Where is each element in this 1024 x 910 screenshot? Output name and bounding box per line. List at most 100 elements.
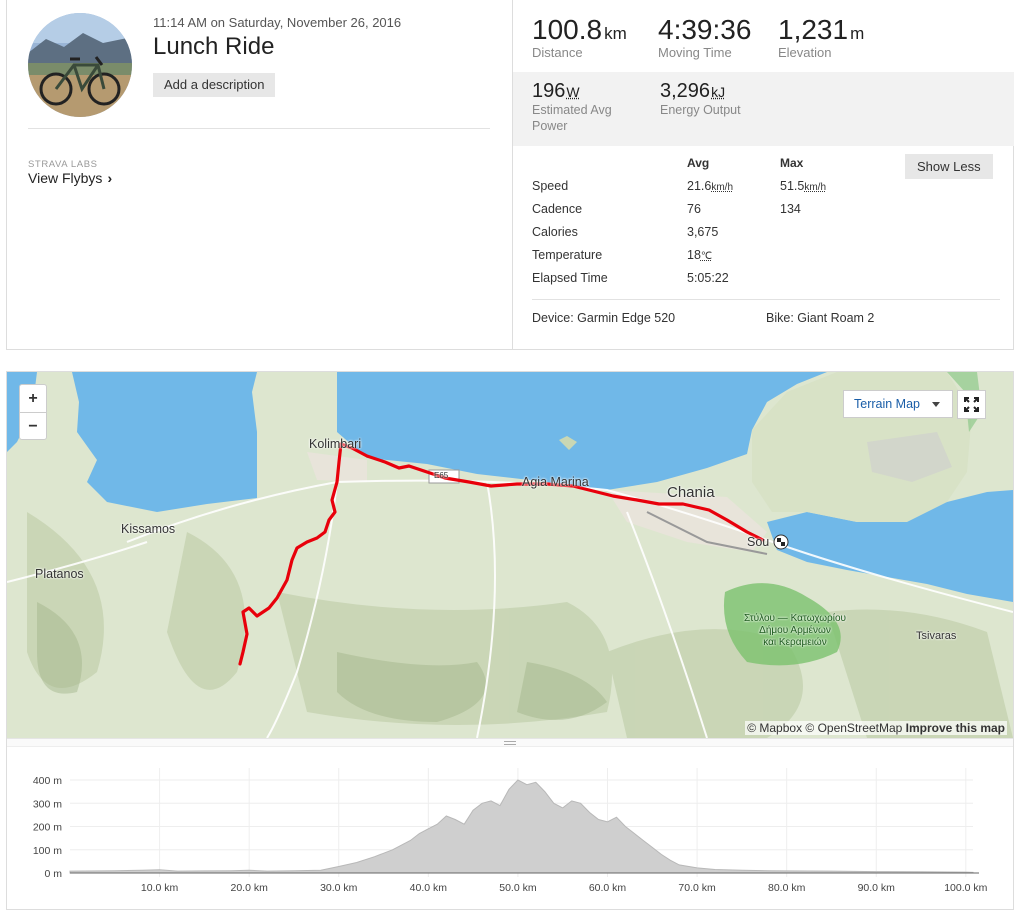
row-avg: 3,675 [687,225,719,239]
y-tick-label: 300 m [33,798,62,810]
table-row: Cadence 76 134 [532,202,1002,222]
map-layer-label: Terrain Map [854,397,920,411]
place-label: Chania [667,484,715,501]
x-tick-label: 30.0 km [320,882,358,894]
table-row: Temperature 18℃ [532,248,1002,268]
reserve-label-line: Στύλου — Κατωχωρίου [744,613,846,624]
primary-stats: 100.8 km Distance 4:39:36 Moving Time 1,2… [513,0,1014,72]
x-tick-label: 80.0 km [768,882,806,894]
route-map[interactable]: Kolimbari Kissamos Platanos Agia Marina … [7,372,1013,738]
view-flybys-link[interactable]: View Flybys › [28,170,112,186]
strava-labs-label: STRAVA LABS [28,159,98,170]
stat-elevation: 1,231 m Elevation [778,14,864,60]
expand-icon [964,397,979,412]
map-attribution: © Mapbox © OpenStreetMap Improve this ma… [745,721,1007,735]
row-max-unit[interactable]: km/h [804,182,826,193]
stat-label: Estimated Avg Power [532,103,612,133]
row-label: Temperature [532,248,603,262]
secondary-stats: 196W Estimated Avg Power 3,296kJ Energy … [513,72,1014,146]
avg-header: Avg [687,156,710,170]
show-less-button[interactable]: Show Less [905,154,993,179]
row-label: Elapsed Time [532,271,608,285]
stat-moving-time: 4:39:36 Moving Time [658,14,751,60]
y-tick-label: 400 m [33,775,62,787]
stat-value: 1,231 [778,14,849,45]
x-tick-label: 90.0 km [858,882,896,894]
table-row: Calories 3,675 [532,225,1002,245]
stat-value: 4:39:36 [658,14,752,45]
row-avg-unit[interactable]: ℃ [701,251,712,262]
activity-photo[interactable] [28,13,132,117]
row-label: Cadence [532,202,583,216]
chevron-right-icon: › [107,170,113,186]
attribution-text[interactable]: © Mapbox © OpenStreetMap [747,721,905,735]
divider [532,299,1000,300]
reserve-label-line: Δήμου Αρμένων [759,625,831,636]
zoom-control: + − [19,384,47,440]
row-avg: 5:05:22 [687,271,729,285]
row-avg: 21.6 [687,179,712,193]
table-row: Elapsed Time 5:05:22 [532,271,1002,291]
map-canvas[interactable] [7,372,1013,738]
fullscreen-button[interactable] [957,390,986,419]
row-avg: 18 [687,248,701,262]
elevation-chart[interactable]: 400 m 300 m 200 m 100 m 0 m 10.0 km 20.0 km 30.… [7,747,1013,910]
stat-value: 100.8 [532,14,603,45]
place-label: Platanos [35,567,84,581]
stat-label: Energy Output [660,103,741,117]
stat-label: Moving Time [658,45,732,60]
y-tick-label: 0 m [44,868,62,880]
x-tick-label: 100.0 km [944,882,987,894]
elevation-svg[interactable]: 400 m 300 m 200 m 100 m 0 m 10.0 km 20.0 km 30.… [7,747,1013,910]
stat-unit: km [604,24,627,43]
place-label: Sou [747,535,770,549]
x-tick-label: 70.0 km [678,882,716,894]
stat-unit[interactable]: W [566,84,579,100]
row-avg-unit[interactable]: km/h [711,182,733,193]
activity-summary: 11:14 AM on Saturday, November 26, 2016 … [7,0,512,349]
stat-value: 3,296 [660,80,711,102]
table-row: Speed 21.6km/h 51.5km/h [532,179,1002,199]
stats-panel: 100.8 km Distance 4:39:36 Moving Time 1,2… [512,0,1014,349]
x-tick-label: 40.0 km [410,882,448,894]
map-panel: Kolimbari Kissamos Platanos Agia Marina … [6,371,1014,910]
x-tick-label: 10.0 km [141,882,179,894]
stat-label: Elevation [778,45,832,60]
finish-flag-icon [773,534,789,550]
stat-distance: 100.8 km Distance [532,14,627,60]
activity-card: 11:14 AM on Saturday, November 26, 2016 … [6,0,1014,350]
row-max: 134 [780,202,801,216]
stat-energy-output: 3,296kJ Energy Output [660,80,760,118]
max-header: Max [780,156,804,170]
add-description-button[interactable]: Add a description [153,73,276,97]
stat-unit[interactable]: kJ [711,84,725,100]
row-max: 51.5 [780,179,805,193]
y-tick-label: 200 m [33,822,62,834]
place-label: Kolimbari [309,437,362,451]
improve-map-link[interactable]: Improve this map [906,721,1005,735]
reserve-label-line: και Κεραμειών [763,637,827,648]
stat-avg-power: 196W Estimated Avg Power [532,80,632,134]
map-layer-select[interactable]: Terrain Map [843,390,953,418]
map-resize-handle[interactable] [7,738,1013,747]
activity-datetime: 11:14 AM on Saturday, November 26, 2016 [153,15,402,30]
x-tick-label: 50.0 km [499,882,537,894]
y-tick-label: 100 m [33,845,62,857]
reserve-label: Στύλου — Κατωχωρίου Δήμου Αρμένων και Κε… [731,613,859,649]
device-info: Device: Garmin Edge 520 [532,311,676,325]
place-label: Agia Marina [522,475,589,489]
zoom-in-button[interactable]: + [20,385,46,412]
road-label: E65 [434,471,449,480]
stat-label: Distance [532,45,583,60]
grip-icon [504,741,516,745]
zoom-out-button[interactable]: − [20,412,46,439]
place-label: Tsivaras [916,630,957,642]
x-tick-label: 20.0 km [230,882,268,894]
stat-value: 196 [532,80,566,102]
activity-title[interactable]: Lunch Ride [153,33,274,61]
row-avg: 76 [687,202,701,216]
row-label: Calories [532,225,578,239]
place-label: Kissamos [121,522,176,536]
bike-info[interactable]: Bike: Giant Roam 2 [766,311,874,325]
x-tick-label: 60.0 km [589,882,627,894]
